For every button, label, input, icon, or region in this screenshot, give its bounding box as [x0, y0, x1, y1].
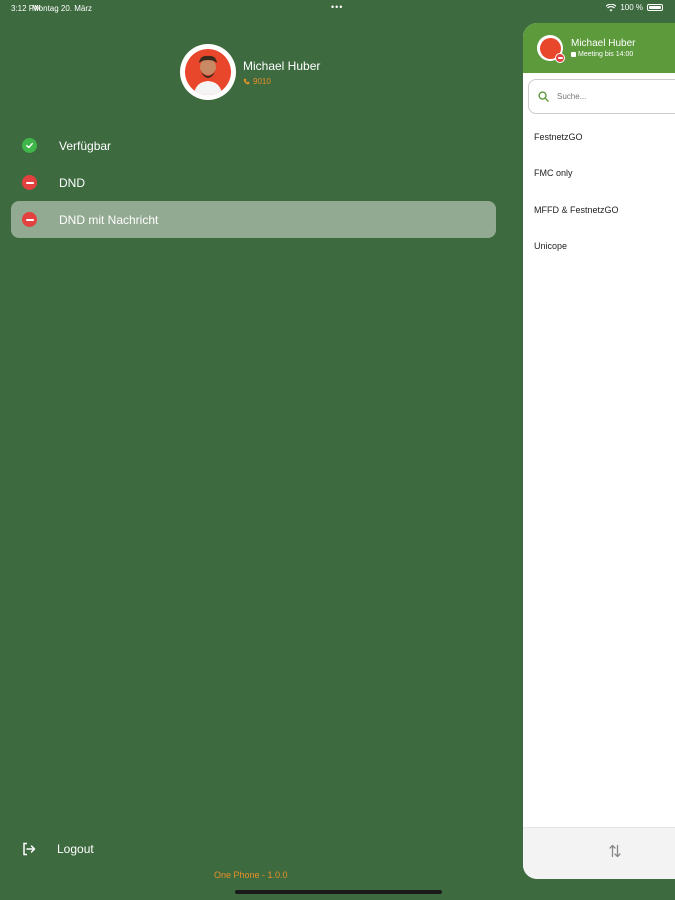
logout-icon: [23, 842, 36, 856]
wifi-icon: [606, 3, 617, 11]
panel-header: Michael Huber Meeting bis 14:00: [523, 23, 675, 73]
search-input[interactable]: [557, 92, 667, 101]
logout-label: Logout: [57, 842, 94, 856]
status-option-dnd[interactable]: DND: [11, 164, 496, 201]
contact-groups-panel: Michael Huber Meeting bis 14:00 Festnetz…: [523, 23, 675, 879]
person-illustration-icon: [194, 55, 222, 95]
list-item[interactable]: Unicope: [534, 241, 567, 251]
sort-icon[interactable]: [609, 844, 621, 858]
minus-circle-icon: [22, 212, 37, 227]
phone-icon: [243, 78, 250, 84]
status-label: Verfügbar: [59, 138, 112, 153]
status-option-verfuegbar[interactable]: Verfügbar: [11, 127, 496, 164]
search-icon: [538, 91, 549, 102]
minus-circle-icon: [22, 175, 37, 190]
battery-icon: [647, 4, 663, 11]
extension-number: 9010: [253, 76, 271, 86]
status-message: Meeting bis 14:00: [578, 51, 634, 58]
panel-user-name: Michael Huber: [571, 38, 636, 49]
profile-extension: 9010: [243, 77, 320, 86]
panel-footer: [523, 827, 675, 879]
status-bar: 3:12 PM Montag 20. März ••• 100 %: [0, 0, 675, 16]
profile-header: Michael Huber 9010: [180, 44, 320, 100]
home-indicator[interactable]: [235, 890, 442, 894]
avatar[interactable]: [180, 44, 236, 100]
avatar-image: [185, 49, 231, 95]
profile-name: Michael Huber: [243, 58, 321, 73]
list-item[interactable]: FestnetzGO: [534, 132, 583, 142]
list-item[interactable]: FMC only: [534, 168, 573, 178]
dnd-badge-icon: [555, 53, 565, 63]
status-right: 100 %: [606, 3, 663, 12]
multitasking-dots[interactable]: •••: [331, 2, 343, 12]
search-field[interactable]: [528, 79, 675, 114]
calendar-icon: [571, 52, 576, 57]
status-label: DND: [59, 175, 85, 190]
status-option-dnd-mit-nachricht[interactable]: DND mit Nachricht: [11, 201, 496, 238]
panel-avatar: [537, 35, 565, 63]
app-version: One Phone - 1.0.0: [214, 870, 288, 880]
status-label: DND mit Nachricht: [59, 212, 159, 227]
list-item[interactable]: MFFD & FestnetzGO: [534, 205, 619, 215]
panel-user-status: Meeting bis 14:00: [571, 51, 635, 58]
battery-percentage: 100 %: [620, 3, 643, 12]
status-date: Montag 20. März: [32, 4, 93, 13]
check-circle-icon: [22, 138, 37, 153]
logout-button[interactable]: Logout: [22, 842, 94, 856]
